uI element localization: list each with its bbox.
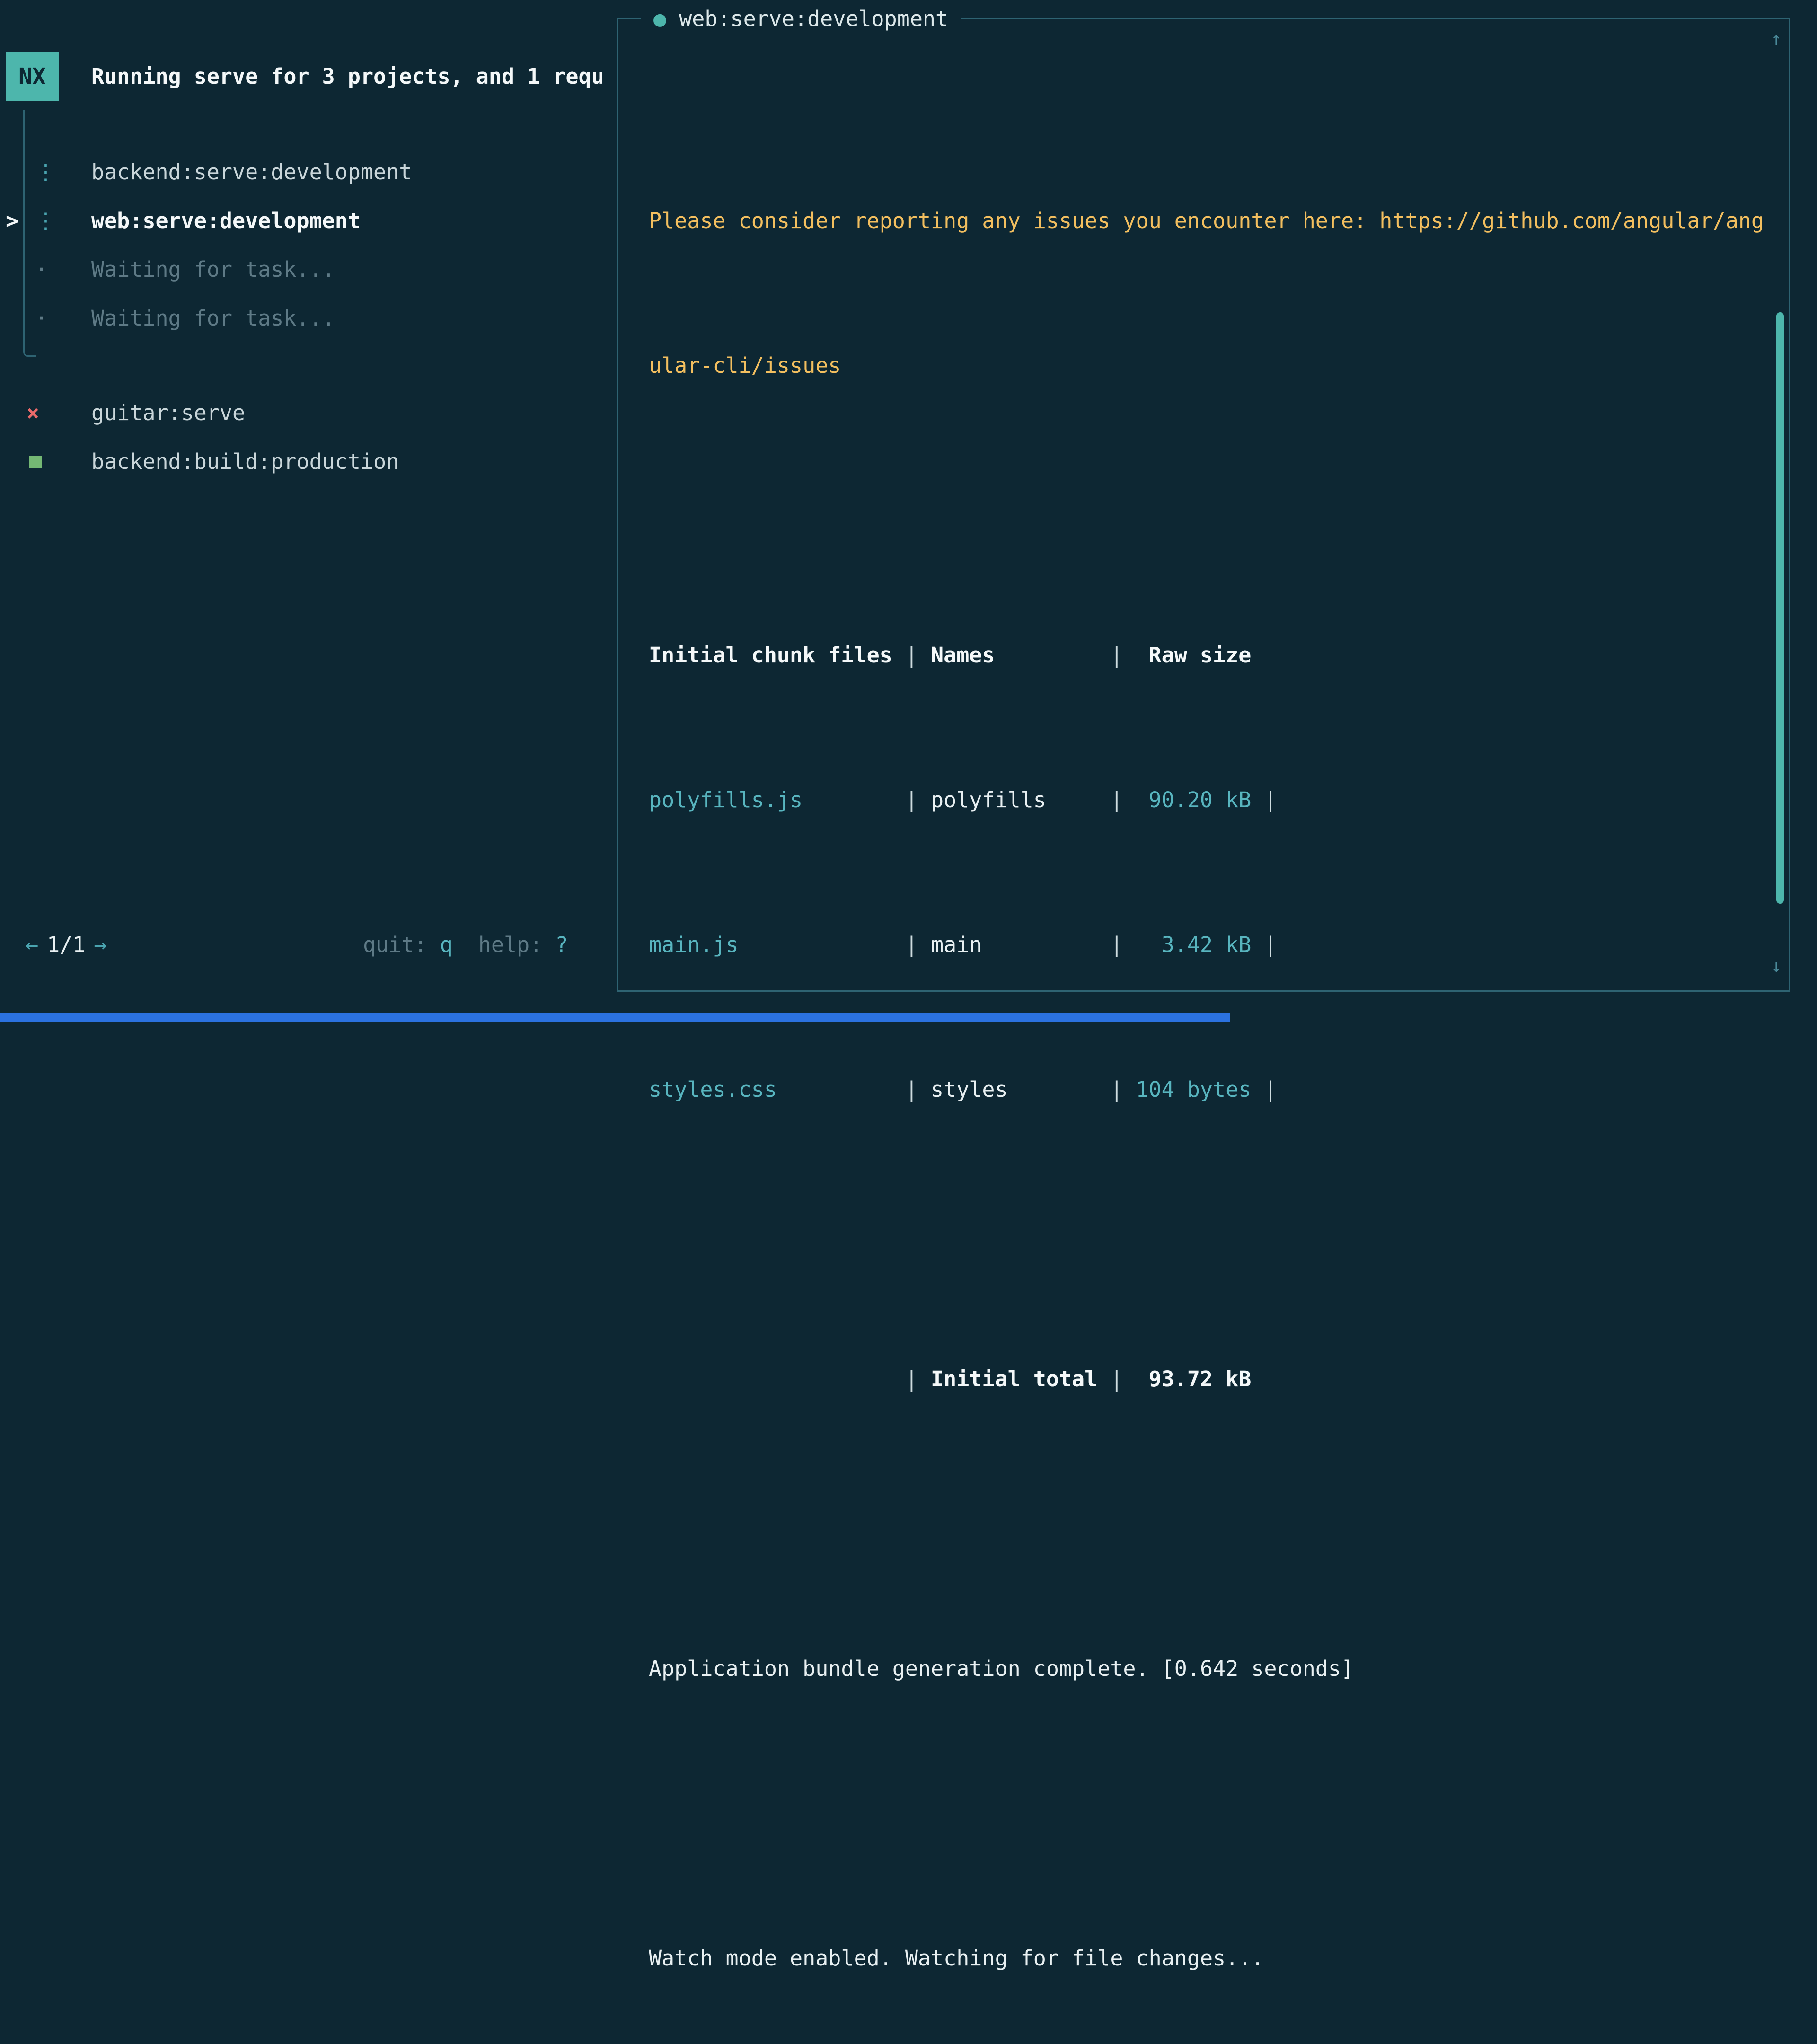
selection-caret-icon: > bbox=[6, 196, 18, 245]
table-separator: | bbox=[1110, 643, 1123, 668]
table-row: styles.css|styles|104 bytes| bbox=[649, 1066, 1770, 1114]
success-square-icon bbox=[29, 456, 42, 468]
task-label: Waiting for task... bbox=[91, 257, 335, 282]
sidebar-title: Running serve for 3 projects, and 1 requ bbox=[91, 52, 616, 101]
chunk-name: main bbox=[931, 921, 1110, 969]
task-output-panel: ●web:serve:development Please consider r… bbox=[617, 18, 1790, 992]
warning-line: Please consider reporting any issues you… bbox=[649, 197, 1770, 245]
help-hint-label: help: bbox=[478, 932, 556, 957]
chunk-size: 90.20 kB bbox=[1136, 776, 1251, 824]
nx-logo: NX bbox=[6, 52, 59, 101]
chunk-file-name: polyfills.js bbox=[649, 776, 905, 824]
chunk-name: styles bbox=[931, 1066, 1110, 1114]
bottom-taskbar-strip bbox=[0, 1013, 1230, 1022]
table-row: polyfills.js|polyfills|90.20 kB| bbox=[649, 776, 1770, 824]
table-separator: | bbox=[905, 1366, 918, 1392]
scroll-down-icon[interactable]: ↓ bbox=[1767, 956, 1786, 975]
table-header-row: Initial chunk files|Names|Raw size bbox=[649, 631, 1770, 679]
chunk-name: polyfills bbox=[931, 776, 1110, 824]
running-task-list: ⋮ backend:serve:development > ⋮ web:serve:d… bbox=[0, 148, 617, 343]
task-label: web:serve:development bbox=[91, 208, 361, 233]
task-label: backend:build:production bbox=[91, 449, 399, 474]
task-row-backend-serve[interactable]: ⋮ backend:serve:development bbox=[0, 148, 617, 196]
task-row-waiting-1[interactable]: · Waiting for task... bbox=[0, 245, 617, 294]
spinner-icon: ⋮ bbox=[35, 196, 56, 245]
pending-dot-icon: · bbox=[35, 245, 48, 294]
chunk-size: 104 bytes bbox=[1136, 1066, 1251, 1114]
table-separator: | bbox=[1264, 932, 1277, 957]
table-separator: | bbox=[1110, 1366, 1123, 1392]
scroll-up-icon[interactable]: ↑ bbox=[1767, 29, 1786, 48]
panel-title-text: web:serve:development bbox=[679, 6, 948, 31]
task-row-backend-build[interactable]: backend:build:production bbox=[0, 437, 617, 486]
terminal-output: Please consider reporting any issues you… bbox=[649, 100, 1770, 2044]
pager-next-icon[interactable]: → bbox=[94, 932, 106, 957]
quit-hint-label: quit: bbox=[363, 932, 440, 957]
total-size: 93.72 kB bbox=[1136, 1355, 1251, 1403]
table-separator: | bbox=[1110, 1077, 1123, 1102]
bundle-complete-message: Application bundle generation complete. … bbox=[649, 1645, 1770, 1693]
task-row-guitar-serve[interactable]: × guitar:serve bbox=[0, 388, 617, 437]
watch-mode-message: Watch mode enabled. Watching for file ch… bbox=[649, 1934, 1770, 1982]
task-label: guitar:serve bbox=[91, 400, 245, 425]
col-header-files: Initial chunk files bbox=[649, 631, 905, 679]
stopped-task-list: × guitar:serve backend:build:production bbox=[0, 388, 617, 486]
chunk-file-name: main.js bbox=[649, 921, 905, 969]
task-label: backend:serve:development bbox=[91, 159, 412, 185]
table-separator: | bbox=[1110, 932, 1123, 957]
pager-prev-icon[interactable]: ← bbox=[26, 932, 38, 957]
total-label: Initial total bbox=[931, 1355, 1110, 1403]
table-separator: | bbox=[1264, 1077, 1277, 1102]
failed-cross-icon: × bbox=[26, 388, 39, 437]
table-separator: | bbox=[905, 787, 918, 812]
task-row-web-serve[interactable]: > ⋮ web:serve:development bbox=[0, 196, 617, 245]
task-sidebar: NX Running serve for 3 projects, and 1 r… bbox=[0, 0, 617, 1022]
col-header-names: Names bbox=[931, 631, 1110, 679]
table-separator: | bbox=[1110, 787, 1123, 812]
panel-title: ● web:serve:development bbox=[641, 0, 961, 43]
spinner-icon: ⋮ bbox=[35, 148, 56, 196]
task-label: Waiting for task... bbox=[91, 306, 335, 331]
keyboard-hints: quit: q help: ? bbox=[363, 920, 568, 969]
scrollbar-thumb[interactable] bbox=[1776, 312, 1784, 904]
pending-dot-icon: · bbox=[35, 294, 48, 343]
table-separator: | bbox=[1264, 787, 1277, 812]
table-row: main.js|main|3.42 kB| bbox=[649, 921, 1770, 969]
task-row-waiting-2[interactable]: · Waiting for task... bbox=[0, 294, 617, 343]
chunk-file-name: styles.css bbox=[649, 1066, 905, 1114]
table-separator: | bbox=[905, 1077, 918, 1102]
chunk-size: 3.42 kB bbox=[1136, 921, 1251, 969]
warning-line: ular-cli/issues bbox=[649, 342, 1770, 390]
table-separator: | bbox=[905, 643, 918, 668]
pager-page-indicator: 1/1 bbox=[47, 932, 85, 957]
table-separator: | bbox=[905, 932, 918, 957]
pager: ← 1/1 → bbox=[26, 920, 106, 969]
running-status-dot-icon: ● bbox=[653, 6, 666, 31]
col-header-size: Raw size bbox=[1136, 631, 1251, 679]
help-hint-key: ? bbox=[555, 932, 568, 957]
table-total-row: |Initial total|93.72 kB bbox=[649, 1355, 1770, 1403]
quit-hint-key: q bbox=[440, 932, 453, 957]
